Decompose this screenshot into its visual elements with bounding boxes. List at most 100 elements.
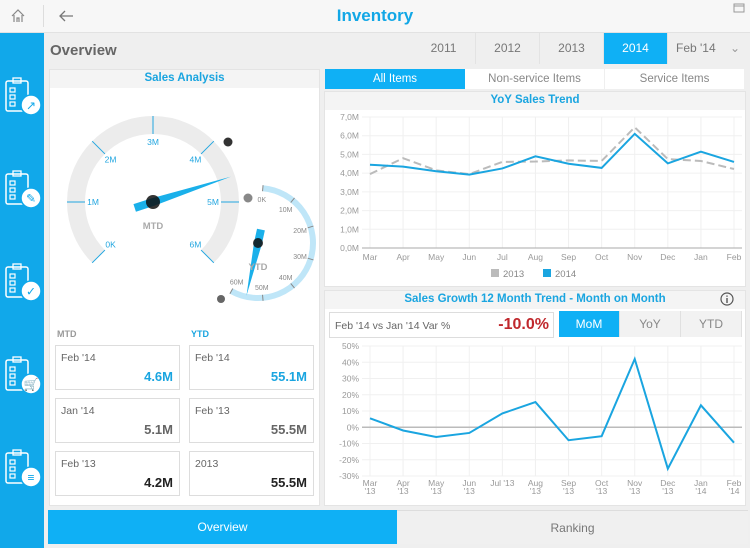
- variance-value: -10.0%: [498, 316, 549, 333]
- item-tab-1[interactable]: Non-service Items: [465, 69, 604, 89]
- ytd-tick: [262, 185, 264, 192]
- ytd-card: Feb '13 55.5M: [189, 398, 314, 443]
- year-tab-2014[interactable]: 2014: [604, 33, 668, 64]
- year-tab-2013[interactable]: 2013: [540, 33, 604, 64]
- legend-swatch-2013: [491, 269, 499, 277]
- card-value: 5.1M: [144, 422, 173, 437]
- card-value: 55.5M: [270, 422, 307, 437]
- x-tick-label: Jun: [462, 252, 476, 262]
- tray-icon[interactable]: [733, 3, 745, 13]
- mtd-card: Feb '13 4.2M: [55, 451, 180, 496]
- x-tick-label: Jul: [497, 252, 508, 262]
- sidebar-item-4[interactable]: ≡: [2, 447, 42, 495]
- growth-chart: -30%-20%-10%0%10%20%30%40%50%Mar'13Apr'1…: [339, 341, 742, 496]
- card-value: 55.5M: [270, 475, 307, 490]
- x-tick-label: '14: [695, 486, 706, 496]
- mtd-gauge-label: MTD: [143, 221, 164, 232]
- x-tick-label: '14: [728, 486, 739, 496]
- y-tick-label: 4,0M: [340, 168, 359, 178]
- ytd-tick-label: 50M: [255, 285, 269, 292]
- sidebar-item-3[interactable]: 🛒: [2, 354, 42, 402]
- y-tick-label: 40%: [342, 357, 359, 367]
- page-title: Overview: [50, 42, 117, 59]
- x-tick-label: '13: [530, 486, 541, 496]
- mtd-tick-label: 2M: [105, 155, 117, 165]
- mode-tab-yoy[interactable]: YoY: [620, 311, 681, 337]
- gauges: 0K 1M 2M 3M 4M 5M 6M MTD 0K 10M 20M 30M 40M 50M 60M YTD: [67, 116, 316, 303]
- series-line-growth: [369, 356, 735, 472]
- growth-title: Sales Growth 12 Month Trend - Month on M…: [325, 291, 745, 309]
- ytd-gauge-track: [229, 185, 316, 301]
- card-label: 2013: [195, 458, 219, 470]
- y-tick-label: 3,0M: [340, 187, 359, 197]
- mtd-tick-label: 6M: [190, 239, 202, 249]
- series-line-2013: [369, 125, 735, 176]
- ytd-tick-label: 60M: [230, 279, 244, 286]
- x-tick-label: '13: [398, 486, 409, 496]
- clipboard-tools-icon: ✎: [26, 192, 36, 206]
- sales-analysis-title: Sales Analysis: [50, 70, 319, 88]
- mtd-tick-label: 5M: [207, 197, 219, 207]
- mode-tab-ytd[interactable]: YTD: [681, 311, 742, 337]
- chevron-down-icon: ⌄: [729, 41, 740, 55]
- info-icon[interactable]: [720, 292, 734, 306]
- variance-box: Feb '14 vs Jan '14 Var % -10.0%: [329, 312, 554, 338]
- y-tick-label: 6,0M: [340, 131, 359, 141]
- ytd-card: Feb '14 55.1M: [189, 345, 314, 390]
- card-label: Feb '14: [61, 352, 96, 364]
- yoy-sales-chart: 0,0M 1,0M 2,0M 3,0M 4,0M 5,0M 6,0M 7,0M Mar Apr Ma…: [340, 112, 742, 280]
- item-tab-0[interactable]: All Items: [325, 69, 465, 89]
- ytd-end-marker: [217, 295, 225, 303]
- y-tick-label: 0%: [347, 422, 360, 432]
- variance-label: Feb '14 vs Jan '14 Var %: [335, 320, 451, 332]
- x-tick-label: May: [428, 252, 445, 262]
- bottom-tab-overview[interactable]: Overview: [48, 510, 397, 544]
- ytd-tick: [262, 294, 264, 301]
- ytd-gauge-label: YTD: [249, 262, 268, 273]
- bottom-tab-ranking[interactable]: Ranking: [397, 510, 748, 544]
- clipboard-check-icon: ✓: [26, 285, 36, 299]
- x-tick-label: '13: [563, 486, 574, 496]
- x-tick-label: '13: [662, 486, 673, 496]
- sidebar-item-0[interactable]: ↗: [2, 75, 42, 123]
- item-tab-2[interactable]: Service Items: [605, 69, 744, 89]
- ytd-card: 2013 55.5M: [189, 451, 314, 496]
- x-tick-label: Jul '13: [490, 478, 515, 488]
- mtd-card: Feb '14 4.6M: [55, 345, 180, 390]
- x-tick-label: Dec: [660, 252, 676, 262]
- card-label: Feb '13: [61, 458, 96, 470]
- ytd-label: YTD: [191, 329, 209, 339]
- month-select-value: Feb '14: [676, 41, 716, 55]
- clipboard-trend-icon: ↗: [26, 99, 36, 113]
- x-tick-label: Apr: [396, 252, 409, 262]
- x-tick-label: Oct: [595, 252, 609, 262]
- year-tab-2011[interactable]: 2011: [412, 33, 476, 64]
- x-tick-label: '13: [629, 486, 640, 496]
- sidebar-item-1[interactable]: ✎: [2, 168, 42, 216]
- card-value: 4.2M: [144, 475, 173, 490]
- clipboard-cart-icon: 🛒: [24, 378, 39, 392]
- mtd-target-marker: [223, 137, 233, 147]
- card-value: 4.6M: [144, 369, 173, 384]
- y-tick-label: 20%: [342, 390, 359, 400]
- card-label: Jan '14: [61, 405, 95, 417]
- x-tick-label: '13: [364, 486, 375, 496]
- ytd-needle-hub: [253, 238, 263, 248]
- mtd-tick-label: 4M: [190, 155, 202, 165]
- app-title: Inventory: [336, 6, 414, 25]
- sidebar-item-2[interactable]: ✓: [2, 261, 42, 309]
- year-tab-2012[interactable]: 2012: [476, 33, 540, 64]
- y-tick-label: 2,0M: [340, 206, 359, 216]
- ytd-start-marker: [243, 193, 253, 203]
- mode-tab-mom[interactable]: MoM: [559, 311, 620, 337]
- ytd-tick-label: 20M: [293, 228, 307, 235]
- mtd-label: MTD: [57, 329, 77, 339]
- ytd-tick-label: 30M: [293, 254, 307, 261]
- mtd-tick-label: 1M: [87, 197, 99, 207]
- card-value: 55.1M: [270, 369, 307, 384]
- mtd-tick-label: 3M: [147, 137, 159, 147]
- ytd-tick-label: 40M: [279, 275, 293, 282]
- month-select[interactable]: Feb '14 ⌄: [668, 33, 748, 64]
- x-tick-label: Aug: [528, 252, 543, 262]
- y-tick-label: 30%: [342, 374, 359, 384]
